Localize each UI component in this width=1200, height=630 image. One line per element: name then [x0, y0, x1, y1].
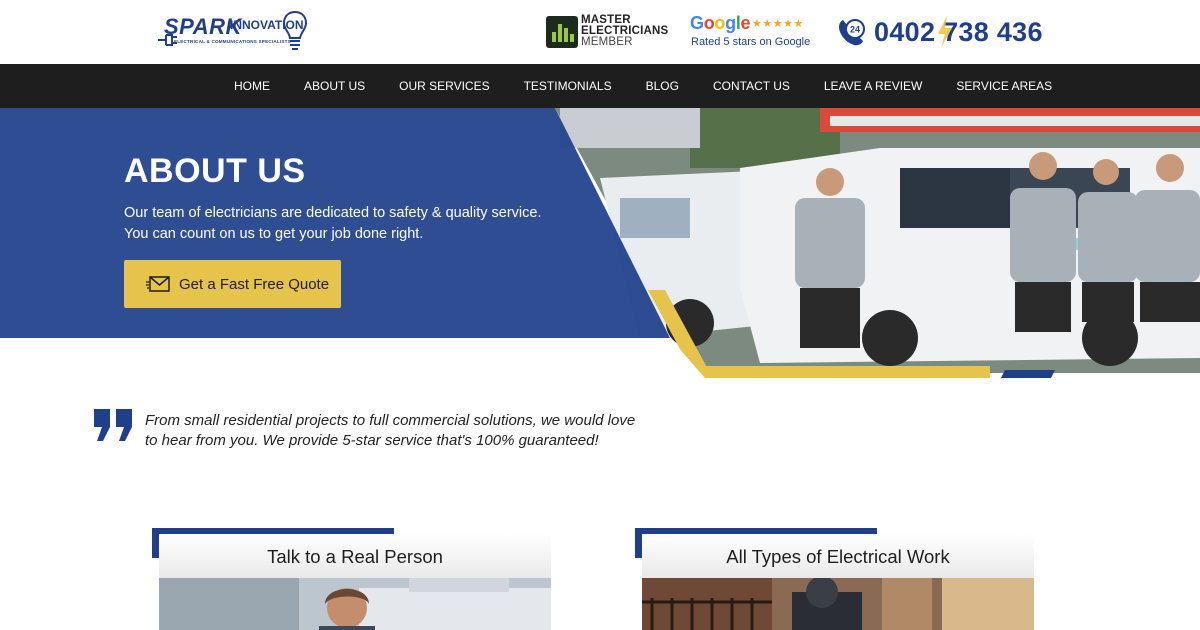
nav-leave-a-review[interactable]: LEAVE A REVIEW [807, 64, 939, 108]
card-title: All Types of Electrical Work [726, 546, 950, 567]
master-electricians-text: MASTER ELECTRICIANS MEMBER [581, 14, 669, 48]
master-electricians-badge[interactable]: MASTER ELECTRICIANS MEMBER [546, 14, 669, 50]
lightbulb-icon [282, 10, 308, 50]
site-header: SPARK INNOVATION ELECTRICAL & COMMUNICAT… [0, 0, 1200, 64]
nav-contact-us[interactable]: CONTACT US [696, 64, 807, 108]
get-quote-button[interactable]: Get a Fast Free Quote [124, 260, 341, 308]
phone-24-icon: 24 [839, 19, 865, 46]
lightning-bolt-icon [938, 16, 952, 48]
google-logo: Google [690, 13, 751, 33]
google-rating[interactable]: Google ★★★★★ Rated 5 stars on Google [690, 13, 815, 51]
card-photo-person [159, 578, 551, 630]
nav-our-services[interactable]: OUR SERVICES [382, 64, 506, 108]
nav-about-us[interactable]: ABOUT US [287, 64, 382, 108]
logo-tagline: ELECTRICAL & COMMUNICATIONS SPECIALISTS [174, 39, 291, 44]
card-accent-bar-vertical [635, 528, 642, 558]
card-accent-bar-vertical [152, 528, 159, 558]
nav-blog[interactable]: BLOG [629, 64, 696, 108]
google-rated-text: Rated 5 stars on Google [691, 36, 811, 48]
master-electricians-icon [546, 16, 578, 48]
star-rating-icon: ★★★★★ [752, 18, 804, 30]
card-header: All Types of Electrical Work [642, 534, 1034, 578]
nav-testimonials[interactable]: TESTIMONIALS [507, 64, 629, 108]
nav-service-areas[interactable]: SERVICE AREAS [939, 64, 1069, 108]
intro-quote-text: From small residential projects to full … [145, 412, 636, 449]
card-talk-to-real-person[interactable]: Talk to a Real Person [152, 528, 552, 630]
card-photo-electrician [642, 578, 1034, 630]
card-all-types-electrical-work[interactable]: All Types of Electrical Work [635, 528, 1035, 630]
spark-innovation-logo[interactable]: SPARK INNOVATION ELECTRICAL & COMMUNICAT… [156, 8, 308, 56]
svg-text:24: 24 [850, 25, 860, 35]
card-header: Talk to a Real Person [159, 534, 551, 578]
hero-subtitle: Our team of electricians are dedicated t… [124, 205, 542, 242]
main-navigation: HOME ABOUT US OUR SERVICES TESTIMONIALS … [0, 64, 1200, 108]
envelope-icon [146, 276, 170, 292]
quotation-marks-icon [94, 409, 132, 441]
get-quote-label: Get a Fast Free Quote [179, 275, 330, 293]
nav-home[interactable]: HOME [217, 64, 287, 108]
card-title: Talk to a Real Person [267, 546, 443, 567]
phone-number: 0402 738 436 [874, 17, 1043, 47]
hero-title: ABOUT US [124, 152, 306, 190]
hero-banner: ABOUT US Our team of electricians are de… [0, 108, 1200, 378]
